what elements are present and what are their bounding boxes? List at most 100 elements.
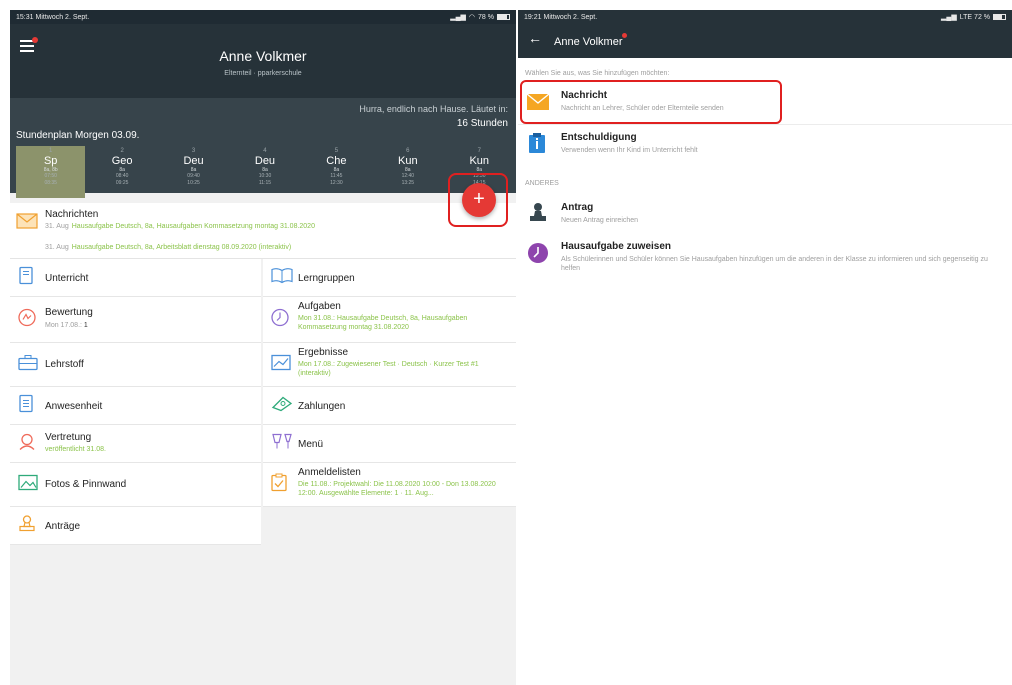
checklist-icon bbox=[18, 394, 34, 417]
tile-title: Anwesenheit bbox=[45, 401, 103, 412]
left-screen: 15:31 Mittwoch 2. Sept. ▂▄▆ ◠ 78 % Anne … bbox=[10, 10, 516, 685]
tile-title: Unterricht bbox=[45, 273, 89, 284]
option-subtitle: Neuen Antrag einreichen bbox=[561, 217, 639, 224]
tile-title: Anträge bbox=[45, 521, 81, 532]
tile-unterricht[interactable]: Unterricht bbox=[10, 259, 261, 297]
tile-subtitle: Die 11.08.: Projektwahl: Die 11.08.2020 … bbox=[298, 481, 496, 497]
fab-highlight bbox=[448, 173, 508, 227]
tile-zahlungen[interactable]: Zahlungen bbox=[263, 387, 516, 425]
period-3[interactable]: 3 Deu 8a 09:40 10:25 bbox=[159, 146, 228, 198]
section-header-anderes: ANDERES bbox=[525, 180, 559, 187]
tile-title: Bewertung bbox=[45, 307, 93, 318]
tile-anmeldelisten[interactable]: Anmeldelisten Die 11.08.: Projektwahl: D… bbox=[263, 463, 516, 507]
period-6[interactable]: 6 Kun 8a 12:40 13:25 bbox=[373, 146, 442, 198]
option-subtitle: Verwenden wenn Ihr Kind im Unterricht fe… bbox=[561, 147, 698, 154]
status-bar: 19:21 Mittwoch 2. Sept. ▂▄▆ LTE 72 % bbox=[518, 10, 1012, 24]
network-battery: LTE 72 % bbox=[959, 13, 990, 21]
tile-anwesenheit[interactable]: Anwesenheit bbox=[10, 387, 261, 425]
tile-lehrstoff[interactable]: Lehrstoff bbox=[10, 343, 261, 387]
tile-title: Fotos & Pinnwand bbox=[45, 479, 127, 490]
schedule-countdown: 16 Stunden bbox=[456, 118, 508, 129]
tile-title: Anmeldelisten bbox=[298, 467, 361, 478]
notification-dot bbox=[622, 33, 627, 38]
schedule-message: Hurra, endlich nach Hause. Läutet in: bbox=[359, 104, 508, 114]
tile-title: Vertretung bbox=[45, 432, 92, 443]
tile-subtitle: Mon 17.08.: Zugewiesener Test · Deutsch … bbox=[298, 361, 479, 377]
tile-lerngruppen[interactable]: Lerngruppen bbox=[263, 259, 516, 297]
tile-vertretung[interactable]: Vertretung veröffentlicht 31.08. bbox=[10, 425, 261, 463]
tile-antraege[interactable]: Anträge bbox=[10, 507, 261, 545]
option-title: Entschuldigung bbox=[561, 132, 637, 143]
period-5[interactable]: 5 Che 8a 11:45 12:30 bbox=[302, 146, 371, 198]
grade-icon bbox=[18, 308, 36, 331]
divider bbox=[518, 124, 1012, 125]
option-title: Antrag bbox=[561, 202, 594, 213]
tile-subtitle: veröffentlicht 31.08. bbox=[45, 446, 106, 453]
status-indicators: ▂▄▆ ◠ 78 % bbox=[450, 13, 510, 21]
period-list: 1 Sp 8a, 8b 07:50 08:35 2 Geo 8a 08:40 0… bbox=[16, 146, 516, 198]
option-title: Hausaufgabe zuweisen bbox=[561, 241, 672, 252]
period-1[interactable]: 1 Sp 8a, 8b 07:50 08:35 bbox=[16, 146, 86, 198]
status-indicators: ▂▄▆ LTE 72 % bbox=[941, 13, 1006, 21]
tile-title: Zahlungen bbox=[298, 401, 346, 412]
app-header: 19:21 Mittwoch 2. Sept. ▂▄▆ LTE 72 % ← A… bbox=[518, 10, 1012, 58]
selection-prompt: Wählen Sie aus, was Sie hinzufügen möcht… bbox=[525, 70, 670, 77]
tile-ergebnisse[interactable]: Ergebnisse Mon 17.08.: Zugewiesener Test… bbox=[263, 343, 516, 387]
stamp-icon bbox=[18, 514, 36, 537]
tile-fotos[interactable]: Fotos & Pinnwand bbox=[10, 463, 261, 507]
photo-icon bbox=[18, 474, 38, 495]
battery-icon bbox=[497, 14, 510, 20]
user-role: Elternteil · pparkerschule bbox=[224, 70, 302, 77]
option-entschuldigung[interactable]: Entschuldigung Verwenden wenn Ihr Kind i… bbox=[518, 126, 1012, 166]
app-header: Anne Volkmer Elternteil · pparkerschule bbox=[10, 24, 516, 98]
payment-icon bbox=[271, 395, 293, 416]
briefcase-icon bbox=[18, 354, 38, 375]
tile-menu[interactable]: Menü bbox=[263, 425, 516, 463]
option-subtitle: Als Schülerinnen und Schüler können Sie … bbox=[561, 256, 988, 272]
signal-icon: ▂▄▆ bbox=[450, 14, 466, 21]
period-2[interactable]: 2 Geo 8a 08:40 09:25 bbox=[87, 146, 156, 198]
status-time-date: 15:31 Mittwoch 2. Sept. bbox=[16, 13, 90, 21]
schedule-panel[interactable]: Hurra, endlich nach Hause. Läutet in: 16… bbox=[10, 98, 516, 198]
news-title: Nachrichten bbox=[45, 209, 99, 220]
right-screen: 19:21 Mittwoch 2. Sept. ▂▄▆ LTE 72 % ← A… bbox=[518, 10, 1012, 685]
news-line-2[interactable]: 31. Aug Hausaufgabe Deutsch, 8a, Arbeitsb… bbox=[45, 243, 465, 252]
status-time-date: 19:21 Mittwoch 2. Sept. bbox=[524, 13, 598, 21]
period-4[interactable]: 4 Deu 8a 10:30 11:15 bbox=[230, 146, 299, 198]
tile-subtitle: Mon 31.08.: Hausaufgabe Deutsch, 8a, Hau… bbox=[298, 315, 468, 331]
user-name: Anne Volkmer bbox=[219, 48, 307, 64]
cutlery-icon bbox=[271, 432, 293, 455]
tile-bewertung[interactable]: Bewertung Mon 17.08.: 1 bbox=[10, 297, 261, 343]
notification-dot bbox=[32, 37, 38, 43]
battery-percent: 78 % bbox=[478, 13, 494, 21]
tile-title: Menü bbox=[298, 439, 324, 450]
tile-aufgaben[interactable]: Aufgaben Mon 31.08.: Hausaufgabe Deutsch… bbox=[263, 297, 516, 343]
battery-icon bbox=[993, 14, 1006, 20]
signal-icon: ▂▄▆ bbox=[941, 14, 957, 21]
chart-icon bbox=[271, 354, 291, 375]
option-hausaufgabe-zuweisen[interactable]: Hausaufgabe zuweisen Als Schülerinnen un… bbox=[518, 236, 1012, 282]
clock-icon bbox=[527, 242, 549, 269]
tile-title: Lerngruppen bbox=[298, 273, 355, 284]
tile-title: Lehrstoff bbox=[45, 359, 84, 370]
wifi-icon: ◠ bbox=[468, 14, 476, 21]
open-book-icon bbox=[271, 267, 293, 288]
clock-icon bbox=[271, 308, 289, 331]
news-tile[interactable]: Nachrichten 31. Aug Hausaufgabe Deutsch, … bbox=[10, 203, 516, 259]
book-icon bbox=[18, 266, 34, 289]
tile-title: Ergebnisse bbox=[298, 347, 349, 358]
nachricht-highlight bbox=[520, 80, 782, 124]
news-line-1[interactable]: 31. Aug Hausaufgabe Deutsch, 8a, Hausaufg… bbox=[45, 222, 365, 231]
substitute-teacher-icon bbox=[18, 432, 36, 455]
tile-title: Aufgaben bbox=[298, 301, 341, 312]
status-bar: 15:31 Mittwoch 2. Sept. ▂▄▆ ◠ 78 % bbox=[10, 10, 516, 24]
back-arrow-icon[interactable]: ← bbox=[528, 31, 542, 45]
tile-subtitle: Mon 17.08.: 1 bbox=[45, 322, 88, 329]
stamp-icon bbox=[528, 202, 548, 229]
clipboard-info-icon bbox=[528, 132, 546, 159]
envelope-icon bbox=[16, 213, 38, 234]
schedule-title: Stundenplan Morgen 03.09. bbox=[16, 130, 140, 141]
user-name: Anne Volkmer bbox=[554, 36, 623, 48]
option-antrag[interactable]: Antrag Neuen Antrag einreichen bbox=[518, 196, 1012, 234]
clipboard-check-icon bbox=[271, 473, 287, 496]
